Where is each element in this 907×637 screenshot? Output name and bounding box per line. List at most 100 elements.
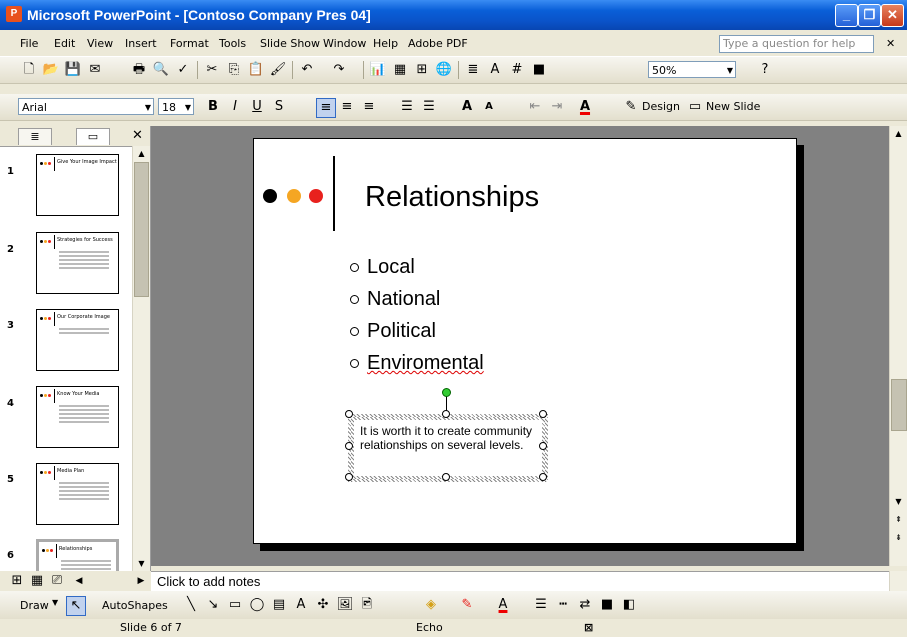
bold-icon[interactable]: B <box>204 98 222 116</box>
close-button[interactable]: ✕ <box>881 4 904 27</box>
textbox-text[interactable]: It is worth it to create community relat… <box>354 420 542 476</box>
spelling-status-icon[interactable]: ⊠ <box>584 619 593 637</box>
menu-format[interactable]: Format <box>170 37 209 50</box>
bullet-item[interactable]: Political <box>350 320 436 343</box>
fill-color-icon[interactable]: ◈ <box>422 596 440 614</box>
menu-file[interactable]: File <box>20 37 38 50</box>
scroll-down-icon[interactable]: ▼ <box>134 556 149 571</box>
copy-icon[interactable]: ⎘ <box>225 61 243 79</box>
resize-handle-n[interactable] <box>442 410 450 418</box>
bullets-icon[interactable]: ☰ <box>420 98 438 116</box>
underline-icon[interactable]: U <box>248 98 266 116</box>
align-left-icon[interactable]: ≡ <box>316 98 336 118</box>
menu-adobe-pdf[interactable]: Adobe PDF <box>408 37 468 50</box>
font-size-select[interactable]: 18 ▼ <box>158 98 194 115</box>
arrow-style-icon[interactable]: ⇄ <box>576 596 594 614</box>
scroll-up-icon[interactable]: ▲ <box>891 126 906 141</box>
slide-thumbnail-1[interactable]: Give Your Image Impact <box>36 154 119 216</box>
slide-show-icon[interactable]: ⎚ <box>48 572 66 590</box>
new-icon[interactable]: 🗋 <box>20 61 38 79</box>
permission-icon[interactable]: ✉ <box>86 61 104 79</box>
resize-handle-s[interactable] <box>442 473 450 481</box>
undo-icon[interactable]: ↶ <box>298 61 316 79</box>
arrow-icon[interactable]: ↘ <box>204 596 222 614</box>
design-button[interactable]: Design <box>642 100 680 113</box>
restore-button[interactable]: ❐ <box>858 4 881 27</box>
slides-tab[interactable]: ▭ <box>76 128 110 145</box>
slide-thumbnail-5[interactable]: Media Plan <box>36 463 119 525</box>
scroll-up-icon[interactable]: ▲ <box>134 146 149 161</box>
resize-handle-se[interactable] <box>539 473 547 481</box>
clip-art-icon[interactable]: 🖼 <box>336 596 354 614</box>
format-painter-icon[interactable]: 🖌 <box>269 61 287 79</box>
menu-window[interactable]: Window <box>323 37 366 50</box>
slide-thumbnail-6[interactable]: Relationships <box>36 539 119 571</box>
expand-all-icon[interactable]: ≣ <box>464 61 482 79</box>
save-icon[interactable]: 💾 <box>64 61 82 79</box>
paste-icon[interactable]: 📋 <box>247 61 265 79</box>
3d-style-icon[interactable]: ◧ <box>620 596 638 614</box>
autoshapes-menu[interactable]: AutoShapes <box>102 599 168 612</box>
resize-handle-ne[interactable] <box>539 410 547 418</box>
minimize-button[interactable]: _ <box>835 4 858 27</box>
normal-view-icon[interactable]: ⊞ <box>8 572 26 590</box>
insert-table-icon[interactable]: ▦ <box>391 61 409 79</box>
thumbnails-scrollbar[interactable]: ▲ ▼ <box>132 146 150 571</box>
slide-thumbnail-4[interactable]: Know Your Media <box>36 386 119 448</box>
notes-scrollbar[interactable] <box>889 571 907 591</box>
rectangle-icon[interactable]: ▭ <box>226 596 244 614</box>
line-style-icon[interactable]: ☰ <box>532 596 550 614</box>
line-icon[interactable]: ╲ <box>182 596 200 614</box>
new-slide-button[interactable]: New Slide <box>706 100 760 113</box>
insert-chart-icon[interactable]: 📊 <box>369 61 387 79</box>
menu-slide-show[interactable]: Slide Show <box>260 37 320 50</box>
numbering-icon[interactable]: ☰ <box>398 98 416 116</box>
insert-hyperlink-icon[interactable]: 🌐 <box>435 61 453 79</box>
slide-thumbnail-3[interactable]: Our Corporate Image <box>36 309 119 371</box>
align-right-icon[interactable]: ≡ <box>360 98 378 116</box>
scroll-left-icon[interactable]: ◀ <box>70 572 88 590</box>
spelling-icon[interactable]: ✓ <box>174 61 192 79</box>
show-formatting-icon[interactable]: A <box>486 61 504 79</box>
scroll-down-icon[interactable]: ▼ <box>891 494 906 509</box>
zoom-select[interactable]: 50% ▼ <box>648 61 736 78</box>
outline-tab[interactable]: ≣ <box>18 128 52 145</box>
font-color-icon[interactable]: A <box>494 596 512 614</box>
print-preview-icon[interactable]: 🔍 <box>152 61 170 79</box>
bullet-item[interactable]: National <box>350 288 440 311</box>
textbox-icon[interactable]: ▤ <box>270 596 288 614</box>
menu-insert[interactable]: Insert <box>125 37 157 50</box>
selected-textbox[interactable]: It is worth it to create community relat… <box>348 414 548 482</box>
slide-sorter-icon[interactable]: ▦ <box>28 572 46 590</box>
resize-handle-e[interactable] <box>539 442 547 450</box>
new-slide-icon[interactable]: ▭ <box>686 98 704 116</box>
scroll-thumb[interactable] <box>891 379 907 431</box>
menu-edit[interactable]: Edit <box>54 37 75 50</box>
shadow-style-icon[interactable]: ■ <box>598 596 616 614</box>
cut-icon[interactable]: ✂ <box>203 61 221 79</box>
powerpoint-app-icon[interactable]: P <box>6 6 22 22</box>
title-bar[interactable]: P Microsoft PowerPoint - [Contoso Compan… <box>0 0 907 30</box>
color-grayscale-icon[interactable]: ■ <box>530 61 548 79</box>
redo-icon[interactable]: ↷ <box>330 61 348 79</box>
bullet-item[interactable]: Local <box>350 256 415 279</box>
resize-handle-sw[interactable] <box>345 473 353 481</box>
select-objects-icon[interactable]: ↖ <box>66 596 86 616</box>
slide-thumbnail-2[interactable]: Strategies for Success <box>36 232 119 294</box>
insert-picture-icon[interactable]: 🖻 <box>358 596 376 614</box>
font-color-icon[interactable]: A <box>576 98 594 116</box>
italic-icon[interactable]: I <box>226 98 244 116</box>
align-center-icon[interactable]: ≡ <box>338 98 356 116</box>
increase-font-icon[interactable]: A <box>458 98 476 116</box>
slide-scrollbar[interactable]: ▲ ▼ ⇞ ⇟ <box>889 126 907 566</box>
resize-handle-w[interactable] <box>345 442 353 450</box>
slide-title[interactable]: Relationships <box>365 181 539 214</box>
design-icon[interactable]: ✎ <box>622 98 640 116</box>
dash-style-icon[interactable]: ┅ <box>554 596 572 614</box>
scroll-thumb[interactable] <box>134 162 149 297</box>
close-document-icon[interactable]: ✕ <box>886 37 895 50</box>
notes-pane[interactable]: Click to add notes <box>151 571 889 591</box>
font-select[interactable]: Arial ▼ <box>18 98 154 115</box>
rotation-handle[interactable] <box>442 388 451 397</box>
resize-handle-nw[interactable] <box>345 410 353 418</box>
